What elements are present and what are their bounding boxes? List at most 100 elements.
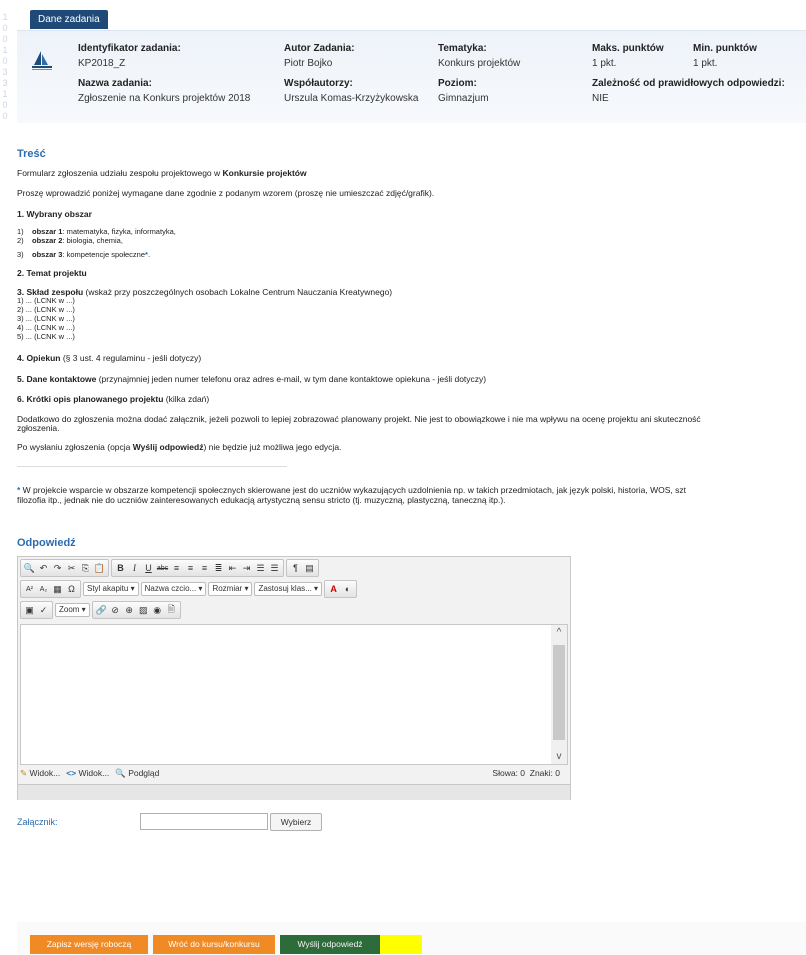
dependency-label: Zależność od prawidłowych odpowiedzi: [592, 78, 785, 89]
remove-link-icon[interactable]: ⊘ [109, 604, 122, 617]
task-data-tab[interactable]: Dane zadania [30, 10, 108, 29]
font-color-icon[interactable]: A [327, 583, 340, 596]
decor-digit: 1 [2, 89, 8, 99]
bullet-list-icon[interactable]: ☰ [268, 562, 281, 575]
cut-icon[interactable]: ✂ [65, 562, 78, 575]
decor-digit: 0 [2, 34, 8, 44]
section-4: 4. Opiekun (§ 3 ust. 4 regulaminu - jeśl… [17, 353, 201, 363]
find-icon[interactable]: 🔍 [23, 562, 36, 575]
word-char-counter: Słowa: 0 Znaki: 0 [492, 768, 560, 778]
align-left-icon[interactable]: ≡ [170, 562, 183, 575]
align-center-icon[interactable]: ≡ [184, 562, 197, 575]
toolbar-row-1: 🔍 ↶ ↷ ✂ ⎘ 📋 B I U abc ≡ ≡ ≡ ≣ ⇤ ⇥ ☰ ☰ ¶ … [20, 559, 319, 577]
align-justify-icon[interactable]: ≣ [212, 562, 225, 575]
undo-icon[interactable]: ↶ [37, 562, 50, 575]
fullscreen-icon[interactable]: ▣ [23, 604, 36, 617]
insert-link-icon[interactable]: 🔗 [95, 604, 108, 617]
bold-icon[interactable]: B [114, 562, 127, 575]
max-points-label: Maks. punktów [592, 43, 664, 54]
min-points-label: Min. punktów [693, 43, 757, 54]
after-send-note: Po wysłaniu zgłoszenia (opcja Wyślij odp… [17, 442, 341, 452]
area-list-item: 3) obszar 3: kompetencje społeczne*. [17, 250, 150, 259]
apply-class-value: Zastosuj klas... [258, 584, 312, 593]
scroll-down-icon[interactable]: v [551, 751, 567, 762]
area-num: 2) [17, 236, 24, 245]
attachment-note-line2: zgłoszenia. [17, 423, 60, 433]
after-send-post: ) nie będzie już możliwa jego edycja. [203, 442, 342, 452]
highlight-color-icon[interactable]: ◐ [341, 583, 354, 596]
table-icon[interactable]: ▦ [51, 583, 64, 596]
section-5-title: 5. Dane kontaktowe [17, 374, 97, 384]
area-text: : biologia, chemia, [62, 236, 123, 245]
font-size-select[interactable]: Rozmiar ▾ [208, 582, 253, 596]
outdent-icon[interactable]: ⇤ [226, 562, 239, 575]
decor-digit: 3 [2, 78, 8, 88]
coauthors-value: Urszula Komas-Krzyżykowska [284, 93, 419, 104]
italic-icon[interactable]: I [128, 562, 141, 575]
mode-wysiwyg-label: Widok... [29, 767, 61, 778]
mode-preview-label: Podgląd [128, 767, 160, 778]
dependency-value: NIE [592, 93, 609, 104]
send-answer-button[interactable]: Wyślij odpowiedź [280, 935, 380, 954]
copy-icon[interactable]: ⎘ [79, 562, 92, 575]
toolbar-row-2: A² A₂ ▦ Ω Styl akapitu ▾ Nazwa czcio... … [20, 580, 358, 598]
anchor-icon[interactable]: ⊕ [123, 604, 136, 617]
mode-wysiwyg-tab[interactable]: ✎ Widok... [20, 768, 60, 779]
spellcheck-icon[interactable]: ✓ [37, 604, 50, 617]
zoom-select[interactable]: Zoom ▾ [55, 603, 90, 617]
answer-edit-area[interactable] [20, 624, 552, 765]
decor-digit: 1 [2, 45, 8, 55]
team-line: 5) ... (LCNK w ...) [17, 332, 75, 341]
divider [17, 466, 287, 467]
editor-scrollbar[interactable]: ^ v [551, 624, 568, 765]
insert-media-icon[interactable]: ◉ [151, 604, 164, 617]
section-4-title: 4. Opiekun [17, 353, 61, 363]
align-right-icon[interactable]: ≡ [198, 562, 211, 575]
apply-class-select[interactable]: Zastosuj klas... ▾ [254, 582, 323, 596]
section-1-title: 1. Wybrany obszar [17, 209, 92, 219]
save-draft-button[interactable]: Zapisz wersję roboczą [30, 935, 148, 954]
mode-preview-tab[interactable]: 🔍 Podgląd [115, 768, 159, 779]
team-line: 2) ... (LCNK w ...) [17, 305, 75, 314]
toolbar-group: ¶ ▤ [286, 559, 319, 577]
numbered-list-icon[interactable]: ☰ [254, 562, 267, 575]
underline-icon[interactable]: U [142, 562, 155, 575]
area-text: : kompetencje społeczne [62, 250, 146, 259]
section-6: 6. Krótki opis planowanego projektu (kil… [17, 394, 209, 404]
editor-footer [18, 784, 570, 800]
after-send-bold: Wyślij odpowiedź [132, 442, 204, 452]
mode-code-label: Widok... [78, 768, 110, 778]
section-6-title: 6. Krótki opis planowanego projektu [17, 394, 164, 404]
code-icon: <> [66, 768, 77, 778]
paragraph-style-select[interactable]: Styl akapitu ▾ [83, 582, 139, 596]
area-name: obszar 1 [32, 227, 63, 236]
task-info-panel: Identyfikator zadania: KP2018_Z Autor Za… [17, 30, 806, 123]
mode-code-tab[interactable]: <> Widok... [66, 768, 109, 778]
scroll-up-icon[interactable]: ^ [551, 627, 567, 638]
subscript-icon[interactable]: A₂ [37, 583, 50, 596]
paste-icon[interactable]: 📋 [93, 562, 106, 575]
indent-icon[interactable]: ⇥ [240, 562, 253, 575]
content-heading: Treść [17, 148, 46, 160]
choose-file-button[interactable]: Wybierz [270, 813, 322, 831]
attachment-file-input[interactable] [140, 813, 268, 830]
decor-digit: 1 [2, 12, 8, 22]
area-end: . [147, 250, 151, 259]
instruction-text: Proszę wprowadzić poniżej wymagane dane … [17, 188, 435, 198]
insert-document-icon[interactable]: 🗎 [165, 604, 178, 617]
superscript-icon[interactable]: A² [23, 583, 36, 596]
format-block-icon[interactable]: ▤ [303, 562, 316, 575]
font-size-value: Rozmiar [212, 584, 243, 593]
magnifier-icon: 🔍 [115, 767, 126, 778]
scroll-thumb[interactable] [553, 645, 565, 740]
insert-image-icon[interactable]: ▨ [137, 604, 150, 617]
redo-icon[interactable]: ↷ [51, 562, 64, 575]
font-name-select[interactable]: Nazwa czcio... ▾ [140, 582, 207, 596]
strikethrough-icon[interactable]: abc [156, 562, 169, 575]
toolbar-group: B I U abc ≡ ≡ ≡ ≣ ⇤ ⇥ ☰ ☰ [111, 559, 284, 577]
area-name: obszar 3 [32, 250, 63, 259]
special-char-icon[interactable]: Ω [65, 583, 78, 596]
footnote-line1: * W projekcie wsparcie w obszarze kompet… [17, 485, 686, 495]
paragraph-mark-icon[interactable]: ¶ [289, 562, 302, 575]
back-to-course-button[interactable]: Wróć do kursu/konkursu [153, 935, 275, 954]
